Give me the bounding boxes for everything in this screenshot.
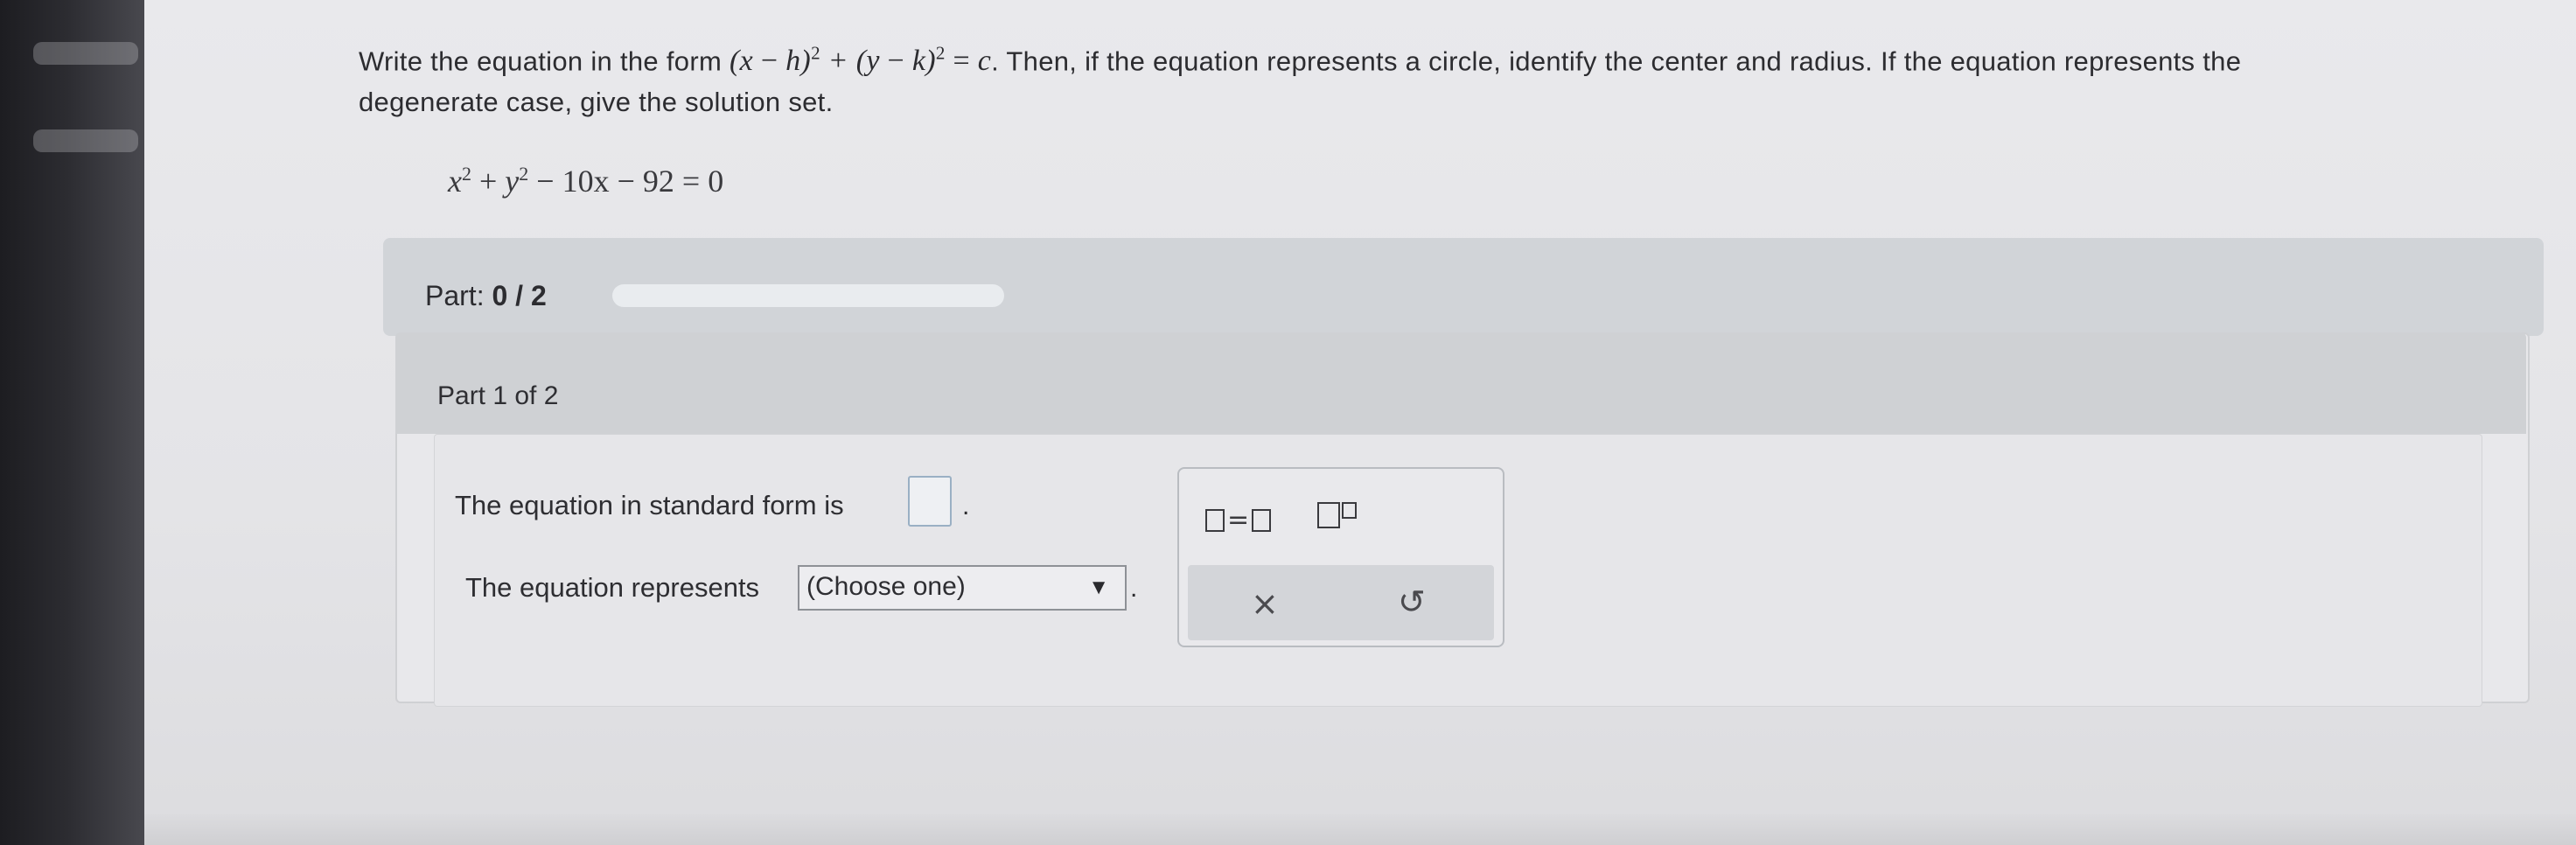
blurred-tab	[33, 129, 138, 152]
question-rest-line1: . Then, if the equation represents a cir…	[991, 45, 2242, 77]
question-text: Write the equation in the form (x − h)2 …	[359, 33, 2528, 122]
part-progress-value: 0 / 2	[492, 280, 547, 311]
blurred-tab	[33, 42, 138, 65]
undo-icon[interactable]: ↺	[1398, 583, 1426, 621]
toolbox-action-row: × ↺	[1188, 565, 1494, 640]
equation-template-icon[interactable]: =	[1205, 504, 1272, 535]
standard-form-math: (x − h)2 + (y − k)2 = c	[730, 43, 992, 78]
represents-label: The equation represents	[465, 572, 760, 603]
question-rest-line2: degenerate case, give the solution set.	[359, 87, 834, 118]
math-toolbox: = × ↺	[1177, 467, 1504, 647]
period: .	[962, 492, 970, 520]
dropdown-arrow-icon: ▼	[1088, 576, 1109, 599]
question-lead: Write the equation in the form	[359, 45, 730, 77]
represents-selected: (Choose one)	[806, 572, 966, 601]
part-panel-header	[395, 332, 2526, 434]
standard-form-input[interactable]	[908, 476, 952, 527]
bottom-edge	[144, 814, 2576, 845]
represents-dropdown[interactable]: (Choose one) ▼	[798, 565, 1127, 611]
standard-form-label: The equation in standard form is	[455, 490, 844, 520]
period: .	[1130, 574, 1138, 603]
part-progress-label: Part: 0 / 2	[425, 280, 547, 311]
superscript-template-icon[interactable]	[1317, 502, 1357, 528]
given-equation: x2 + y2 − 10x − 92 = 0	[448, 163, 724, 199]
progress-track	[612, 284, 1004, 307]
monitor-bezel	[0, 0, 149, 845]
clear-icon[interactable]: ×	[1251, 584, 1279, 623]
part-title: Part 1 of 2	[437, 381, 559, 410]
